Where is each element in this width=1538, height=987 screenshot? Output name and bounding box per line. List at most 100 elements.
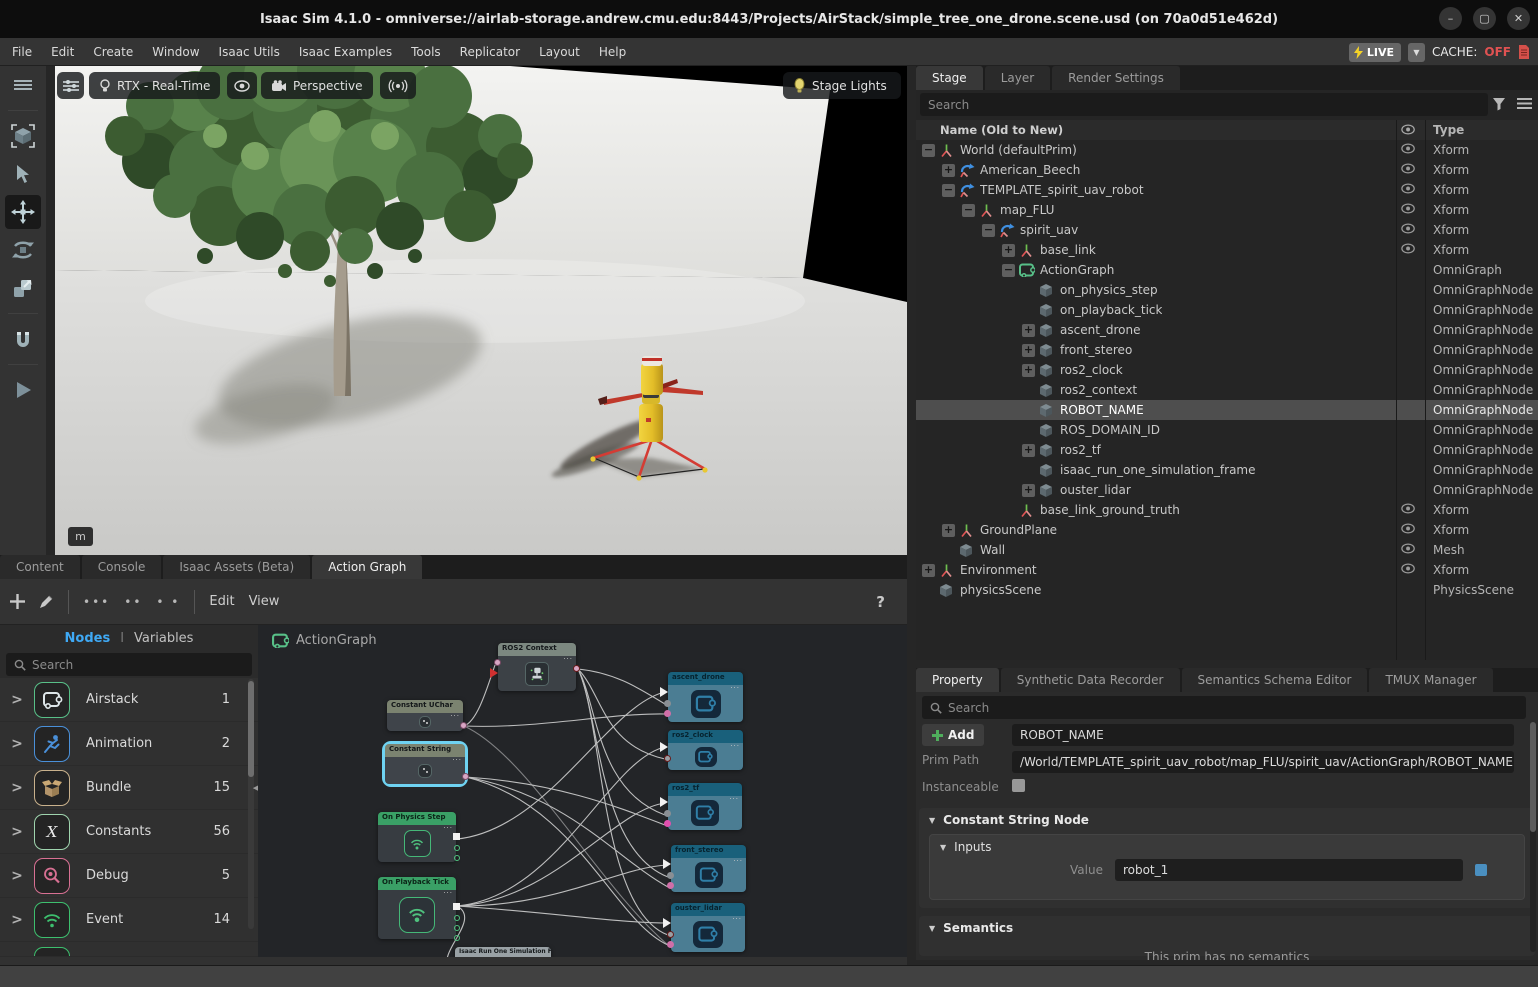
close-button[interactable]: ✕ <box>1507 7 1530 30</box>
output-port[interactable] <box>454 935 460 941</box>
camera-selector[interactable]: Perspective <box>261 72 373 99</box>
stage-row-actiongraph[interactable]: −ActionGraphOmniGraph <box>916 260 1538 280</box>
input-port[interactable] <box>664 820 671 827</box>
layout-dots-large-icon[interactable]: ••• <box>83 595 110 609</box>
visibility-eye-icon[interactable] <box>1396 503 1421 517</box>
stage-row-robot-name[interactable]: ROBOT_NAMEOmniGraphNode <box>916 400 1538 420</box>
chevron-right-icon[interactable]: > <box>0 824 34 840</box>
input-port[interactable] <box>667 882 674 889</box>
rotate-tool[interactable] <box>5 233 41 267</box>
chevron-right-icon[interactable]: > <box>0 912 34 928</box>
visibility-eye-icon[interactable] <box>1396 563 1421 577</box>
expand-expander[interactable]: + <box>1022 444 1035 457</box>
graph-node-front-stereo[interactable]: front_stereo ··· <box>671 845 746 892</box>
input-port[interactable] <box>494 659 501 666</box>
stage-row-ros2-context[interactable]: ros2_contextOmniGraphNode <box>916 380 1538 400</box>
palette-tab-variables[interactable]: Variables <box>134 631 193 646</box>
expand-expander[interactable]: + <box>922 564 935 577</box>
visibility-menu-button[interactable] <box>227 72 257 99</box>
viewport-settings-button[interactable] <box>57 72 84 99</box>
visibility-eye-icon[interactable] <box>1396 223 1421 237</box>
tab-semantics-schema-editor[interactable]: Semantics Schema Editor <box>1182 668 1368 692</box>
input-exec-port[interactable] <box>663 859 671 869</box>
stage-row-on-playback-tick[interactable]: on_playback_tickOmniGraphNode <box>916 300 1538 320</box>
live-dropdown-button[interactable]: ▼ <box>1408 43 1425 62</box>
visibility-eye-icon[interactable] <box>1396 203 1421 217</box>
palette-category-constants[interactable]: >XConstants56 <box>0 810 258 853</box>
property-scrollbar[interactable] <box>1530 722 1536 952</box>
edit-pencil-icon[interactable] <box>39 594 54 609</box>
prim-path-field[interactable]: /World/TEMPLATE_spirit_uav_robot/map_FLU… <box>1012 751 1514 773</box>
stage-row-spirit-uav[interactable]: −spirit_uavXform <box>916 220 1538 240</box>
output-port[interactable] <box>460 722 467 729</box>
tab-synthetic-data-recorder[interactable]: Synthetic Data Recorder <box>1001 668 1180 692</box>
graph-node-ros2-tf[interactable]: ros2_tf ··· <box>668 783 742 830</box>
select-tool[interactable] <box>5 157 41 191</box>
value-input[interactable]: robot_1 <box>1115 859 1463 881</box>
tab-content[interactable]: Content <box>0 555 80 579</box>
stage-row-isaac-run-one-simulation-frame[interactable]: isaac_run_one_simulation_frameOmniGraphN… <box>916 460 1538 480</box>
palette-scrollbar[interactable] <box>248 679 254 929</box>
expand-expander[interactable]: + <box>1022 364 1035 377</box>
graph-node-ouster-lidar[interactable]: ouster_lidar ··· <box>671 903 745 952</box>
graph-node-on-physics-step[interactable]: On Physics Step ··· <box>378 812 456 862</box>
renderer-selector[interactable]: RTX - Real-Time <box>89 72 220 99</box>
menu-item-help[interactable]: Help <box>599 45 626 59</box>
expand-expander[interactable]: + <box>1022 344 1035 357</box>
palette-category-bundle[interactable]: >Bundle15 <box>0 766 258 809</box>
palette-search-input[interactable]: Search <box>6 653 252 676</box>
action-graph-canvas[interactable]: ActionGraph <box>258 625 907 957</box>
input-exec-port[interactable] <box>660 797 668 807</box>
stage-lights-button[interactable]: Stage Lights <box>783 72 901 99</box>
collapse-expander[interactable]: − <box>942 184 955 197</box>
graph-node-ros2-clock[interactable]: ros2_clock ··· <box>668 730 743 770</box>
palette-tab-nodes[interactable]: Nodes <box>65 631 111 646</box>
tab-tmux-manager[interactable]: TMUX Manager <box>1369 668 1492 692</box>
tab-property[interactable]: Property <box>916 668 999 692</box>
stage-row-environment[interactable]: +EnvironmentXform <box>916 560 1538 580</box>
stage-row-map-flu[interactable]: −map_FLUXform <box>916 200 1538 220</box>
stage-search-input[interactable]: Search <box>920 93 1488 116</box>
visibility-eye-icon[interactable] <box>1396 183 1421 197</box>
options-menu-icon[interactable] <box>1517 97 1532 110</box>
frame-select-tool[interactable] <box>5 119 41 153</box>
chevron-right-icon[interactable]: > <box>0 868 34 884</box>
input-port[interactable] <box>667 941 674 948</box>
tab-console[interactable]: Console <box>82 555 162 579</box>
layout-dots-small-icon[interactable]: • • <box>156 595 180 609</box>
add-property-button[interactable]: Add <box>922 724 984 746</box>
stage-row-front-stereo[interactable]: +front_stereoOmniGraphNode <box>916 340 1538 360</box>
graph-node-constant-string-selected[interactable]: Constant String ··· <box>385 744 465 784</box>
tab-action-graph[interactable]: Action Graph <box>312 555 422 579</box>
tab-layer[interactable]: Layer <box>985 66 1050 90</box>
stage-row-ascent-drone[interactable]: +ascent_droneOmniGraphNode <box>916 320 1538 340</box>
input-port[interactable] <box>667 931 674 938</box>
graph-node-ascent-drone[interactable]: ascent_drone ··· <box>668 672 743 722</box>
menu-item-file[interactable]: File <box>12 45 32 59</box>
output-port[interactable] <box>462 773 469 780</box>
expand-expander[interactable]: + <box>1022 484 1035 497</box>
prim-name-field[interactable]: ROBOT_NAME <box>1012 724 1514 746</box>
input-exec-port[interactable] <box>663 918 671 928</box>
menu-item-replicator[interactable]: Replicator <box>460 45 520 59</box>
palette-row-partial[interactable] <box>0 942 258 956</box>
graph-edit-menu[interactable]: Edit <box>209 594 234 609</box>
stage-row-ros2-tf[interactable]: +ros2_tfOmniGraphNode <box>916 440 1538 460</box>
palette-category-event[interactable]: >Event14 <box>0 898 258 941</box>
chevron-right-icon[interactable]: > <box>0 692 34 708</box>
menu-item-layout[interactable]: Layout <box>539 45 580 59</box>
instanceable-checkbox[interactable] <box>1012 779 1025 792</box>
visibility-eye-icon[interactable] <box>1396 163 1421 177</box>
input-exec-port[interactable] <box>660 687 668 697</box>
stage-row-groundplane[interactable]: +GroundPlaneXform <box>916 520 1538 540</box>
visibility-eye-icon[interactable] <box>1396 143 1421 157</box>
audio-preview-button[interactable] <box>380 72 416 99</box>
inputs-section-header[interactable]: ▼ Inputs <box>930 835 1524 859</box>
palette-category-airstack[interactable]: >Airstack1 <box>0 678 258 721</box>
layout-dots-medium-icon[interactable]: •• <box>124 595 142 609</box>
expand-expander[interactable]: + <box>1002 244 1015 257</box>
semantics-section-header[interactable]: ▼ Semantics <box>919 916 1535 940</box>
toolbar-menu-icon[interactable] <box>5 68 41 102</box>
output-port[interactable] <box>454 845 460 851</box>
graph-view-menu[interactable]: View <box>249 594 280 609</box>
